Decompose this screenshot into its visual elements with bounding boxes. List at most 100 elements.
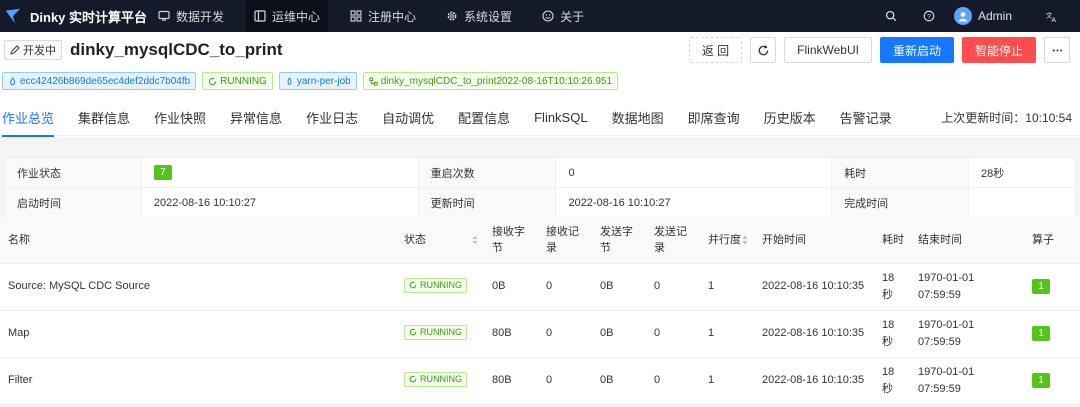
tab-logs[interactable]: 作业日志	[306, 100, 358, 136]
update-time-value: 2022-08-16 10:10:27	[555, 187, 833, 218]
page-title: dinky_mysqlCDC_to_print	[70, 40, 283, 59]
dev-status-label: 开发中	[23, 45, 56, 57]
smart-stop-button[interactable]: 智能停止	[961, 37, 1036, 63]
restart-count-label: 重启次数	[417, 157, 557, 188]
sync-icon	[409, 282, 417, 289]
job-header: 开发中 dinky_mysqlCDC_to_print 返 回 FlinkWeb…	[0, 32, 1080, 68]
start-time: 2022-08-16 10:10:35	[754, 357, 874, 405]
flink-webui-button[interactable]: FlinkWebUI	[784, 37, 872, 63]
recv-records: 0	[538, 310, 592, 358]
instance-tag: dinky_mysqlCDC_to_print2022-08-16T10:10:…	[362, 72, 618, 90]
nav-item-about[interactable]: 关于	[534, 0, 592, 32]
tab-cluster-info[interactable]: 集群信息	[78, 100, 130, 136]
nav-item-ops-center[interactable]: 运维中心	[246, 0, 329, 32]
tab-snapshot[interactable]: 作业快照	[154, 100, 206, 136]
send-bytes: 0B	[592, 357, 646, 405]
start-time-label: 启动时间	[4, 187, 142, 218]
nav-item-label: 运维中心	[272, 9, 321, 24]
tab-history[interactable]: 历史版本	[764, 100, 816, 136]
col-parallelism-label: 并行度	[708, 233, 741, 246]
sync-icon	[409, 329, 417, 336]
tab-flinksql[interactable]: FlinkSQL	[534, 100, 587, 136]
col-start-time: 开始时间	[754, 217, 874, 264]
parallelism: 1	[700, 357, 754, 405]
sort-icon[interactable]	[472, 235, 478, 245]
duration: 18秒	[874, 310, 910, 358]
col-status[interactable]: 状态	[396, 217, 484, 264]
overview-content: 作业状态 7 重启次数 0 耗时 28秒 启动时间 2022-08-16 10:…	[0, 137, 1080, 407]
user-name[interactable]: Admin	[978, 9, 1012, 23]
ops-center-icon	[254, 10, 266, 22]
sort-icon[interactable]	[742, 235, 748, 245]
start-time-value: 2022-08-16 10:10:27	[140, 187, 419, 218]
update-time-label: 更新时间	[417, 187, 557, 218]
col-name: 名称	[0, 217, 396, 264]
dev-status-tag: 开发中	[4, 40, 62, 60]
job-tags: ecc42426b869de65ec4def2ddc7b04fb RUNNING…	[2, 72, 624, 90]
operator-status-cell: RUNNING	[396, 263, 484, 311]
status-text: RUNNING	[420, 326, 462, 337]
restart-count-value: 0	[555, 157, 833, 188]
nav-item-label: 关于	[560, 9, 585, 24]
col-operator: 算子	[1024, 217, 1080, 264]
status-badge: RUNNING	[202, 72, 273, 90]
operator-count-badge[interactable]: 1	[1032, 326, 1050, 341]
tab-alerts[interactable]: 告警记录	[840, 100, 892, 136]
col-recv-records: 接收记录	[538, 217, 592, 264]
operator-count-badge[interactable]: 1	[1032, 373, 1050, 388]
operator-name: Source: MySQL CDC Source	[0, 263, 396, 311]
back-button[interactable]: 返 回	[688, 37, 743, 63]
brand[interactable]: Dinky 实时计算平台	[0, 7, 150, 26]
tab-config[interactable]: 配置信息	[458, 100, 510, 136]
col-status-label: 状态	[404, 233, 426, 246]
nav-item-label: 系统设置	[464, 9, 513, 24]
sync-icon	[209, 77, 217, 85]
send-bytes: 0B	[592, 310, 646, 358]
operator-count-badge[interactable]: 1	[1032, 279, 1050, 294]
col-parallelism[interactable]: 并行度	[700, 217, 754, 264]
tab-adhoc-query[interactable]: 即席查询	[688, 100, 740, 136]
recv-records: 0	[538, 357, 592, 405]
fire-icon	[10, 76, 16, 85]
end-time: 1970-01-01 07:59:59	[910, 310, 1024, 358]
finish-time-label: 完成时间	[831, 187, 970, 218]
status-badge: RUNNING	[404, 371, 467, 387]
search-icon[interactable]	[884, 9, 898, 23]
help-icon[interactable]: ?	[922, 9, 936, 23]
avatar[interactable]	[953, 7, 972, 25]
gear-icon	[447, 11, 457, 21]
tab-auto-tuning[interactable]: 自动调优	[382, 100, 434, 136]
restart-button[interactable]: 重新启动	[879, 37, 954, 63]
rocket-icon	[287, 76, 292, 85]
operator-count-cell: 1	[1024, 310, 1080, 358]
end-time: 1970-01-01 07:59:59	[910, 357, 1024, 405]
language-icon[interactable]: 文A	[1044, 9, 1058, 23]
refresh-button[interactable]	[750, 37, 777, 63]
tab-overview[interactable]: 作业总览	[2, 100, 55, 137]
job-id-tag[interactable]: ecc42426b869de65ec4def2ddc7b04fb	[2, 72, 197, 90]
more-button[interactable]	[1044, 37, 1070, 63]
status-text: RUNNING	[420, 279, 462, 290]
sync-icon	[409, 376, 417, 383]
send-records: 0	[646, 263, 700, 311]
operator-name: Map	[0, 310, 396, 358]
duration: 18秒	[874, 357, 910, 405]
app-grid-icon	[350, 10, 362, 22]
dinky-logo-icon	[5, 8, 21, 24]
nav-item-data-dev[interactable]: 数据开发	[150, 0, 232, 32]
col-recv-bytes: 接收字节	[484, 217, 538, 264]
nav-item-label: 注册中心	[368, 9, 417, 24]
nav-item-settings[interactable]: 系统设置	[438, 0, 520, 32]
duration: 18秒	[874, 263, 910, 311]
tab-exceptions[interactable]: 异常信息	[230, 100, 282, 136]
tab-data-map[interactable]: 数据地图	[612, 100, 664, 136]
status-text: RUNNING	[220, 75, 267, 87]
last-update-time: 上次更新时间：10:10:54	[941, 111, 1072, 125]
finish-time-value	[968, 187, 1076, 218]
smile-icon	[542, 10, 554, 22]
operator-table: 名称 状态 接收字节 接收记录 发送字节 发送记录 并行度 开始时间 耗时 结束…	[0, 217, 1080, 405]
nav-item-registry[interactable]: 注册中心	[342, 0, 424, 32]
table-row: Source: MySQL CDC Source RUNNING 0B 0 0B…	[0, 263, 1080, 311]
recv-bytes: 80B	[484, 357, 538, 405]
col-duration: 耗时	[874, 217, 910, 264]
